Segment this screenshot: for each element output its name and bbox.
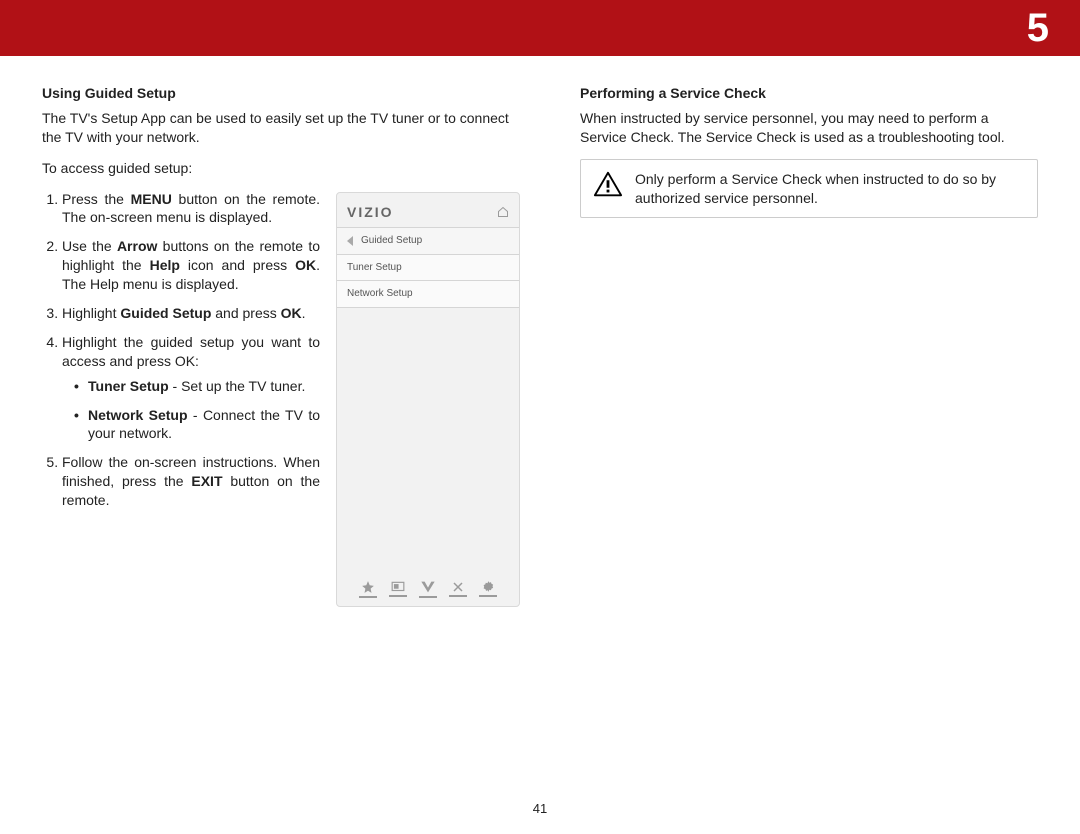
chapter-number: 5 [1027,6,1050,51]
device-footer-icons [337,580,519,598]
menu-row-tuner: Tuner Setup [337,255,519,282]
warning-text: Only perform a Service Check when instru… [635,170,1025,208]
sub-network: Network Setup - Connect the TV to your n… [74,406,320,444]
right-column: Performing a Service Check When instruct… [580,84,1038,607]
v-icon [418,580,438,598]
step-4: Highlight the guided setup you want to a… [62,333,320,443]
right-heading: Performing a Service Check [580,84,1038,103]
chapter-banner: 5 [0,0,1080,56]
breadcrumb: Guided Setup [337,227,519,255]
page-number: 41 [0,801,1080,816]
vizio-logo: VIZIO [347,203,394,222]
warning-box: Only perform a Service Check when instru… [580,159,1038,219]
right-intro: When instructed by service personnel, yo… [580,109,1038,147]
crumb-label: Guided Setup [361,234,422,248]
sub-tuner: Tuner Setup - Set up the TV tuner. [74,377,320,396]
left-heading: Using Guided Setup [42,84,520,103]
step-1: Press the MENU button on the remote. The… [62,190,320,228]
page-body: Using Guided Setup The TV's Setup App ca… [0,56,1080,607]
device-screenshot: VIZIO Guided Setup Tuner Setup Network S… [336,192,520,607]
back-triangle-icon [347,236,353,246]
menu-row-network: Network Setup [337,281,519,308]
gear-icon [478,580,498,597]
step-3: Highlight Guided Setup and press OK. [62,304,320,323]
left-column: Using Guided Setup The TV's Setup App ca… [42,84,520,607]
star-icon [358,580,378,598]
close-icon [448,581,468,597]
step-4-sublist: Tuner Setup - Set up the TV tuner. Netwo… [74,377,320,444]
manual-page: 5 Using Guided Setup The TV's Setup App … [0,0,1080,834]
step-2: Use the Arrow buttons on the remote to h… [62,237,320,294]
input-icon [388,581,408,597]
steps-block: Press the MENU button on the remote. The… [42,190,320,607]
warning-icon [593,170,623,203]
left-lead: To access guided setup: [42,159,520,178]
left-intro: The TV's Setup App can be used to easily… [42,109,520,147]
steps-list: Press the MENU button on the remote. The… [42,190,320,510]
step-5: Follow the on-screen instructions. When … [62,453,320,510]
home-icon [497,206,509,218]
